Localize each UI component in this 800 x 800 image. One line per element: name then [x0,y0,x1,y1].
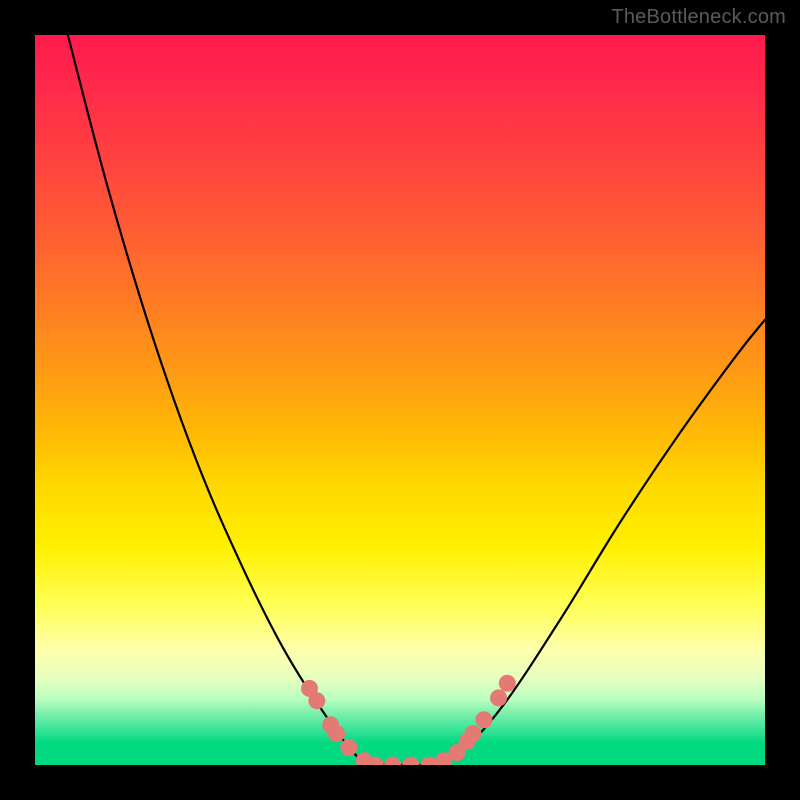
curve-group [68,35,765,765]
curve-marker [499,675,516,692]
curve-layer [35,35,765,765]
curve-marker [340,739,357,756]
marker-group [301,675,516,765]
curve-marker [308,692,325,709]
watermark-text: TheBottleneck.com [611,6,786,29]
curve-marker [465,725,482,742]
plot-area [35,35,765,765]
curve-marker [421,757,438,766]
chart-stage: TheBottleneck.com [0,0,800,800]
curve-marker [384,757,401,766]
curve-marker [328,725,345,742]
curve-marker [490,689,507,706]
bottleneck-curve [68,35,765,765]
curve-marker [402,757,419,766]
curve-marker [475,711,492,728]
